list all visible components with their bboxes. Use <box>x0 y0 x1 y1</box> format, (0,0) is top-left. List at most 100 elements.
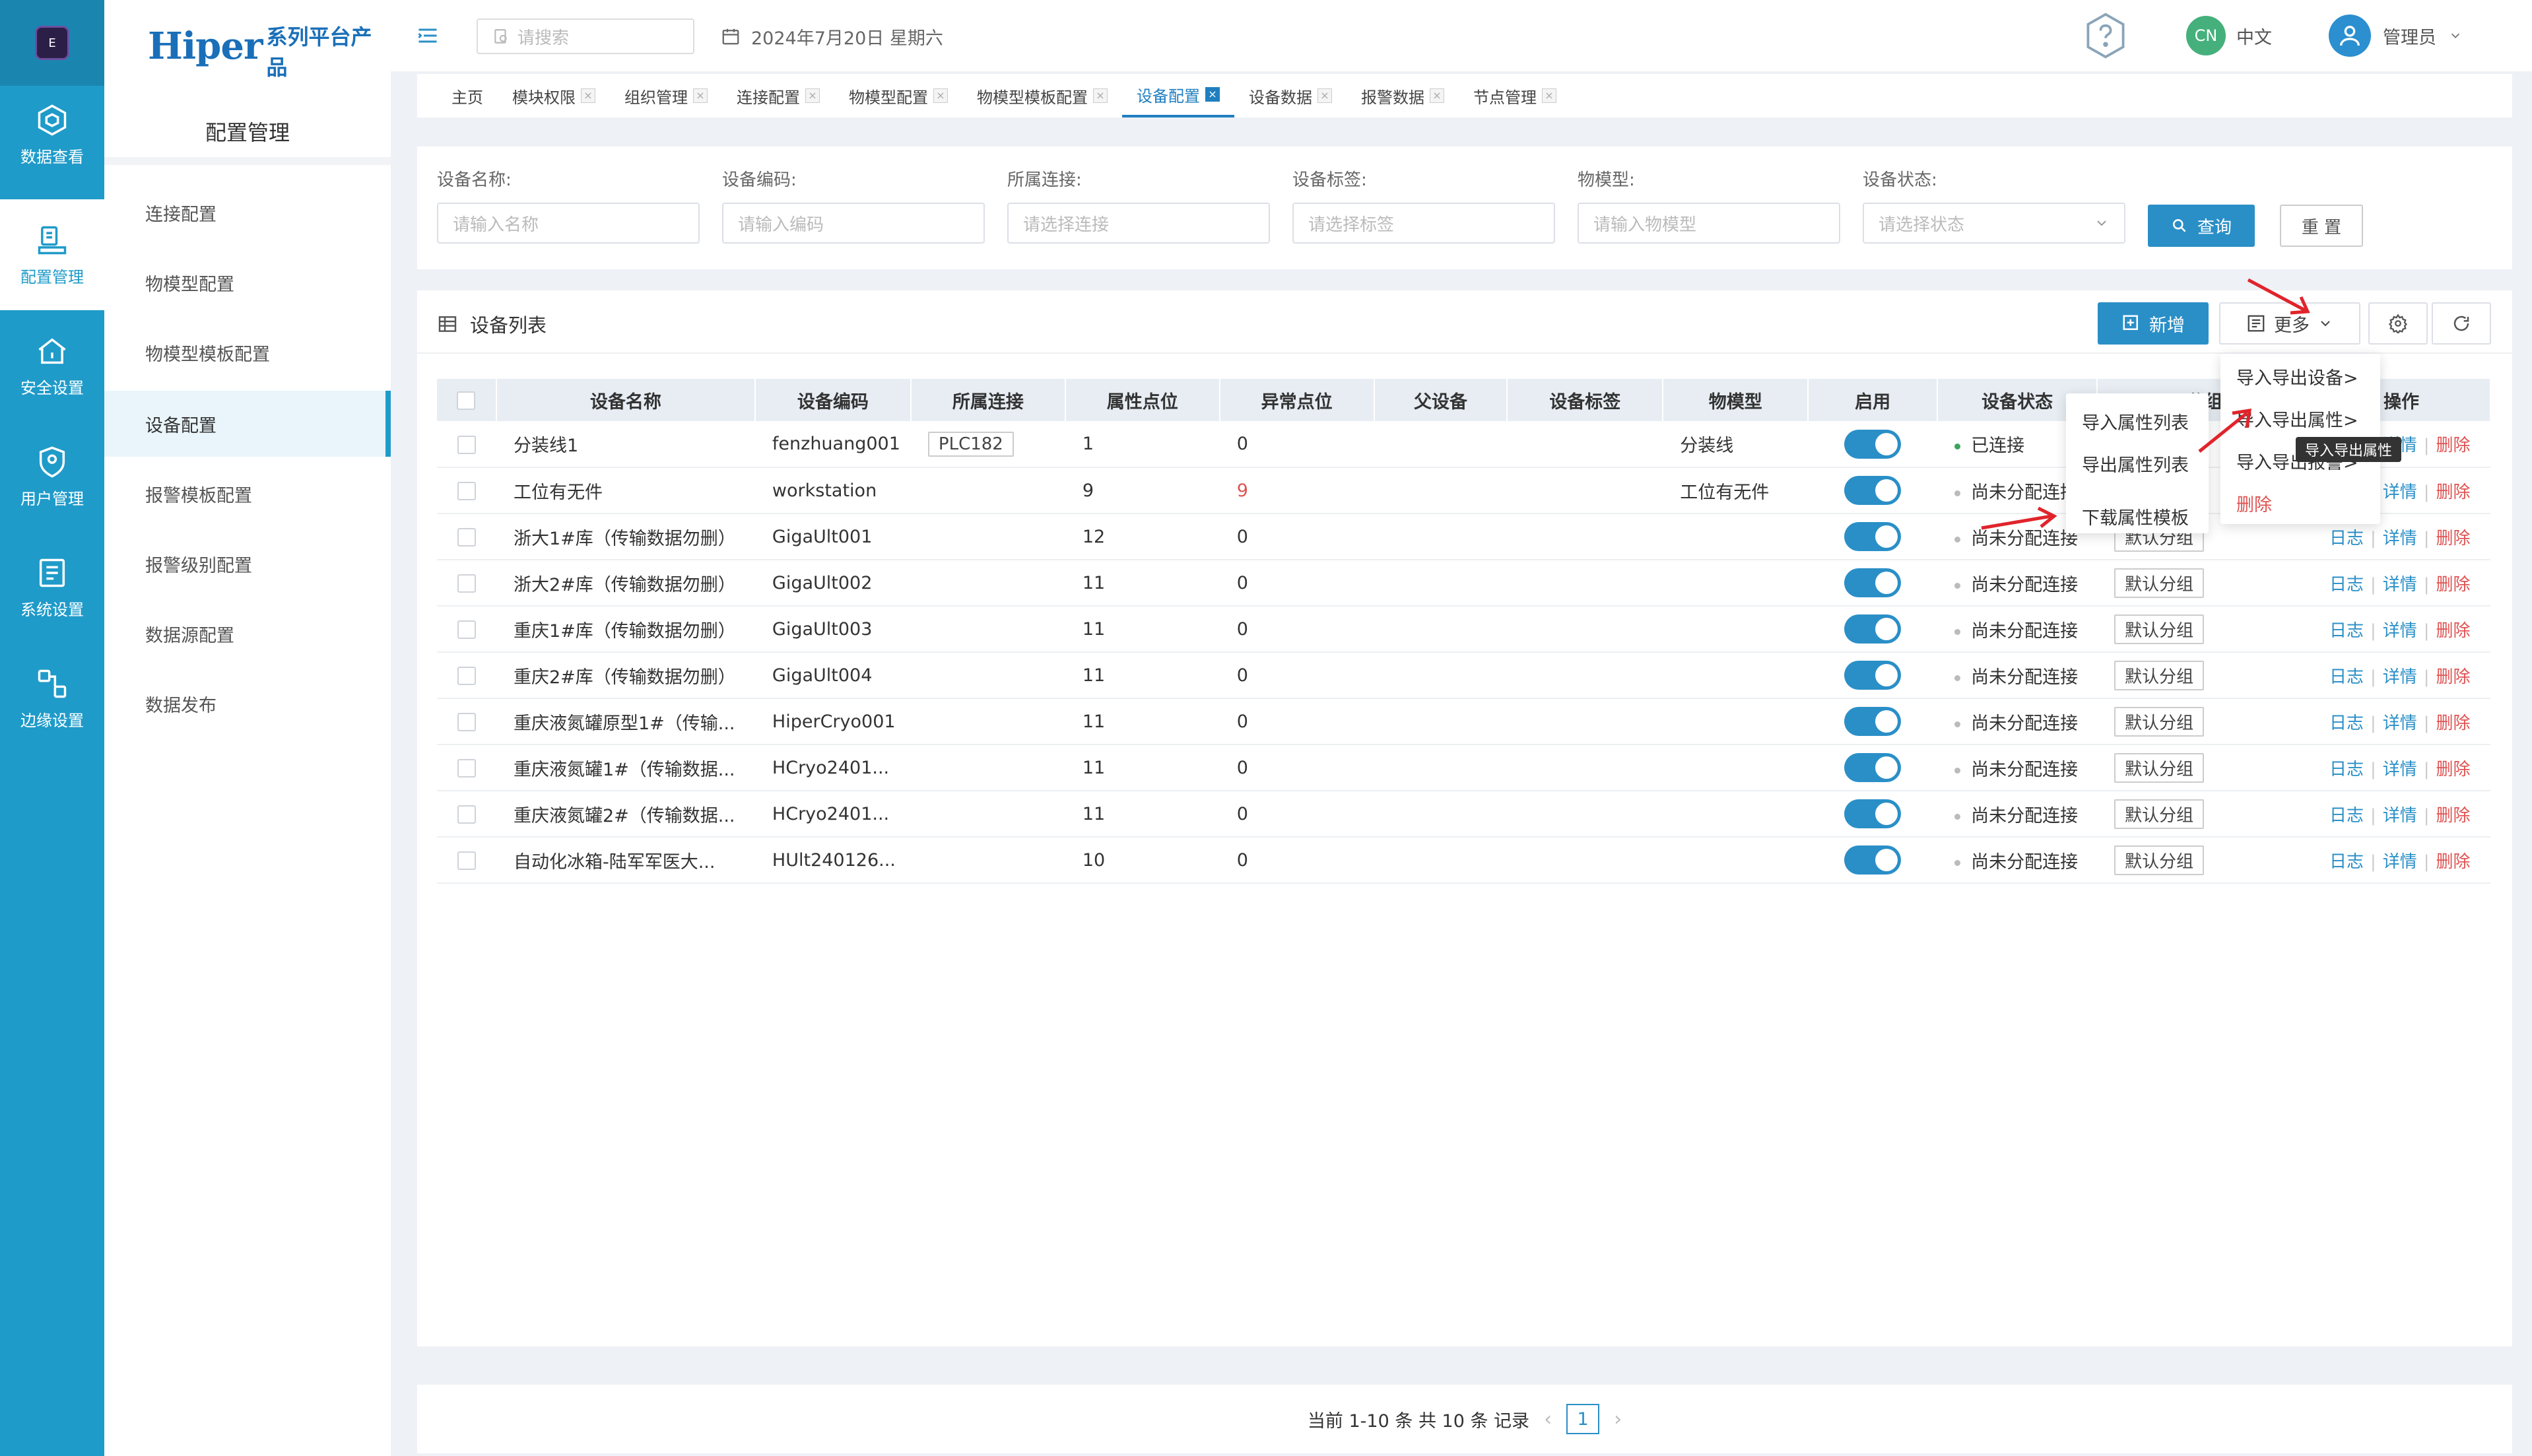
detail-link[interactable]: 详情 <box>2383 529 2417 548</box>
menu-toggle-icon[interactable] <box>416 24 440 48</box>
delete-link[interactable]: 删除 <box>2436 852 2471 872</box>
sidebar-item-thing-model-template[interactable]: 物模型模板配置 <box>104 319 391 385</box>
device-status-select[interactable]: 请选择状态 <box>1863 203 2125 244</box>
delete-link[interactable]: 删除 <box>2436 621 2471 641</box>
enable-toggle[interactable] <box>1844 614 1902 644</box>
next-page-icon[interactable]: › <box>1614 1408 1622 1431</box>
delete-link[interactable]: 删除 <box>2436 575 2471 595</box>
export-attribute-list-item[interactable]: 导出属性列表 <box>2066 442 2209 484</box>
sidebar-item-thing-model[interactable]: 物模型配置 <box>104 249 391 315</box>
tab-connection[interactable]: 连接配置 × <box>722 74 834 117</box>
log-link[interactable]: 日志 <box>2329 852 2364 872</box>
row-checkbox[interactable] <box>457 435 476 454</box>
row-checkbox[interactable] <box>457 805 476 824</box>
log-link[interactable]: 日志 <box>2329 806 2364 826</box>
detail-link[interactable]: 详情 <box>2383 760 2417 779</box>
enable-toggle[interactable] <box>1844 753 1902 782</box>
select-all-checkbox[interactable] <box>457 391 476 410</box>
tab-device-config[interactable]: 设备配置 × <box>1122 74 1234 117</box>
delete-link[interactable]: 删除 <box>2436 482 2471 502</box>
close-icon[interactable]: × <box>805 88 820 103</box>
enable-toggle[interactable] <box>1844 429 1902 459</box>
device-tag-select[interactable]: 请选择标签 <box>1292 203 1555 244</box>
sidebar-item-data-source[interactable]: 数据源配置 <box>104 601 391 667</box>
rail-item-edge-settings[interactable]: 边缘设置 <box>0 643 104 754</box>
query-button[interactable]: 查询 <box>2148 205 2255 247</box>
row-checkbox[interactable] <box>457 574 476 593</box>
row-checkbox[interactable] <box>457 759 476 778</box>
rail-item-security[interactable]: 安全设置 <box>0 310 104 421</box>
sidebar-item-connection[interactable]: 连接配置 <box>104 180 391 246</box>
reset-button[interactable]: 重 置 <box>2280 205 2363 247</box>
detail-link[interactable]: 详情 <box>2383 806 2417 826</box>
page-number[interactable]: 1 <box>1566 1404 1600 1434</box>
connection-select[interactable]: 请选择连接 <box>1007 203 1270 244</box>
row-checkbox[interactable] <box>457 528 476 546</box>
download-attribute-template-item[interactable]: 下载属性模板 <box>2066 495 2209 537</box>
tab-org-manage[interactable]: 组织管理 × <box>610 74 722 117</box>
delete-item[interactable]: 删除 <box>2220 482 2380 524</box>
enable-toggle[interactable] <box>1844 522 1902 551</box>
close-icon[interactable]: × <box>1430 88 1444 103</box>
rail-item-config-manage[interactable]: 配置管理 <box>0 199 104 310</box>
rail-item-user-manage[interactable]: 用户管理 <box>0 421 104 532</box>
delete-link[interactable]: 删除 <box>2436 760 2471 779</box>
delete-link[interactable]: 删除 <box>2436 713 2471 733</box>
rail-item-system-settings[interactable]: 系统设置 <box>0 532 104 643</box>
close-icon[interactable]: × <box>1317 88 1332 103</box>
tab-alarm-data[interactable]: 报警数据 × <box>1347 74 1459 117</box>
row-checkbox[interactable] <box>457 482 476 500</box>
import-export-device-item[interactable]: 导入导出设备> <box>2220 355 2380 397</box>
add-button[interactable]: 新增 <box>2098 302 2209 345</box>
delete-link[interactable]: 删除 <box>2436 436 2471 455</box>
log-link[interactable]: 日志 <box>2329 575 2364 595</box>
row-checkbox[interactable] <box>457 620 476 639</box>
close-icon[interactable]: × <box>693 88 708 103</box>
device-name-input[interactable]: 请输入名称 <box>437 203 700 244</box>
close-icon[interactable]: × <box>1542 88 1556 103</box>
log-link[interactable]: 日志 <box>2329 621 2364 641</box>
enable-toggle[interactable] <box>1844 476 1902 505</box>
settings-button[interactable] <box>2368 302 2428 345</box>
detail-link[interactable]: 详情 <box>2383 575 2417 595</box>
log-link[interactable]: 日志 <box>2329 529 2364 548</box>
device-code-input[interactable]: 请输入编码 <box>722 203 985 244</box>
help-icon[interactable] <box>2081 11 2131 61</box>
user-menu[interactable]: 管理员 <box>2329 15 2463 57</box>
detail-link[interactable]: 详情 <box>2383 852 2417 872</box>
enable-toggle[interactable] <box>1844 799 1902 828</box>
delete-link[interactable]: 删除 <box>2436 529 2471 548</box>
tab-device-data[interactable]: 设备数据 × <box>1234 74 1347 117</box>
log-link[interactable]: 日志 <box>2329 667 2364 687</box>
tab-thing-model-template[interactable]: 物模型模板配置 × <box>962 74 1122 117</box>
sidebar-item-alarm-template[interactable]: 报警模板配置 <box>104 461 391 527</box>
detail-link[interactable]: 详情 <box>2383 482 2417 502</box>
import-attribute-list-item[interactable]: 导入属性列表 <box>2066 400 2209 442</box>
tab-module-permission[interactable]: 模块权限 × <box>498 74 610 117</box>
tab-home[interactable]: 主页 <box>437 74 498 117</box>
row-checkbox[interactable] <box>457 713 476 731</box>
sidebar-item-data-publish[interactable]: 数据发布 <box>104 671 391 737</box>
enable-toggle[interactable] <box>1844 707 1902 736</box>
close-icon[interactable]: × <box>1205 87 1220 102</box>
tab-thing-model[interactable]: 物模型配置 × <box>834 74 962 117</box>
row-checkbox[interactable] <box>457 851 476 870</box>
row-checkbox[interactable] <box>457 667 476 685</box>
close-icon[interactable]: × <box>1093 88 1108 103</box>
delete-link[interactable]: 删除 <box>2436 667 2471 687</box>
rail-item-data-view[interactable]: 数据查看 <box>0 79 104 190</box>
sidebar-item-device-config[interactable]: 设备配置 <box>104 391 391 457</box>
refresh-button[interactable] <box>2432 302 2491 345</box>
sidebar-item-alarm-level[interactable]: 报警级别配置 <box>104 531 391 597</box>
log-link[interactable]: 日志 <box>2329 760 2364 779</box>
detail-link[interactable]: 详情 <box>2383 667 2417 687</box>
close-icon[interactable]: × <box>933 88 948 103</box>
detail-link[interactable]: 详情 <box>2383 621 2417 641</box>
search-input[interactable]: 请搜索 <box>477 18 694 54</box>
prev-page-icon[interactable]: ‹ <box>1544 1408 1552 1431</box>
log-link[interactable]: 日志 <box>2329 713 2364 733</box>
tab-node-manage[interactable]: 节点管理 × <box>1459 74 1571 117</box>
enable-toggle[interactable] <box>1844 845 1902 875</box>
enable-toggle[interactable] <box>1844 661 1902 690</box>
enable-toggle[interactable] <box>1844 568 1902 597</box>
